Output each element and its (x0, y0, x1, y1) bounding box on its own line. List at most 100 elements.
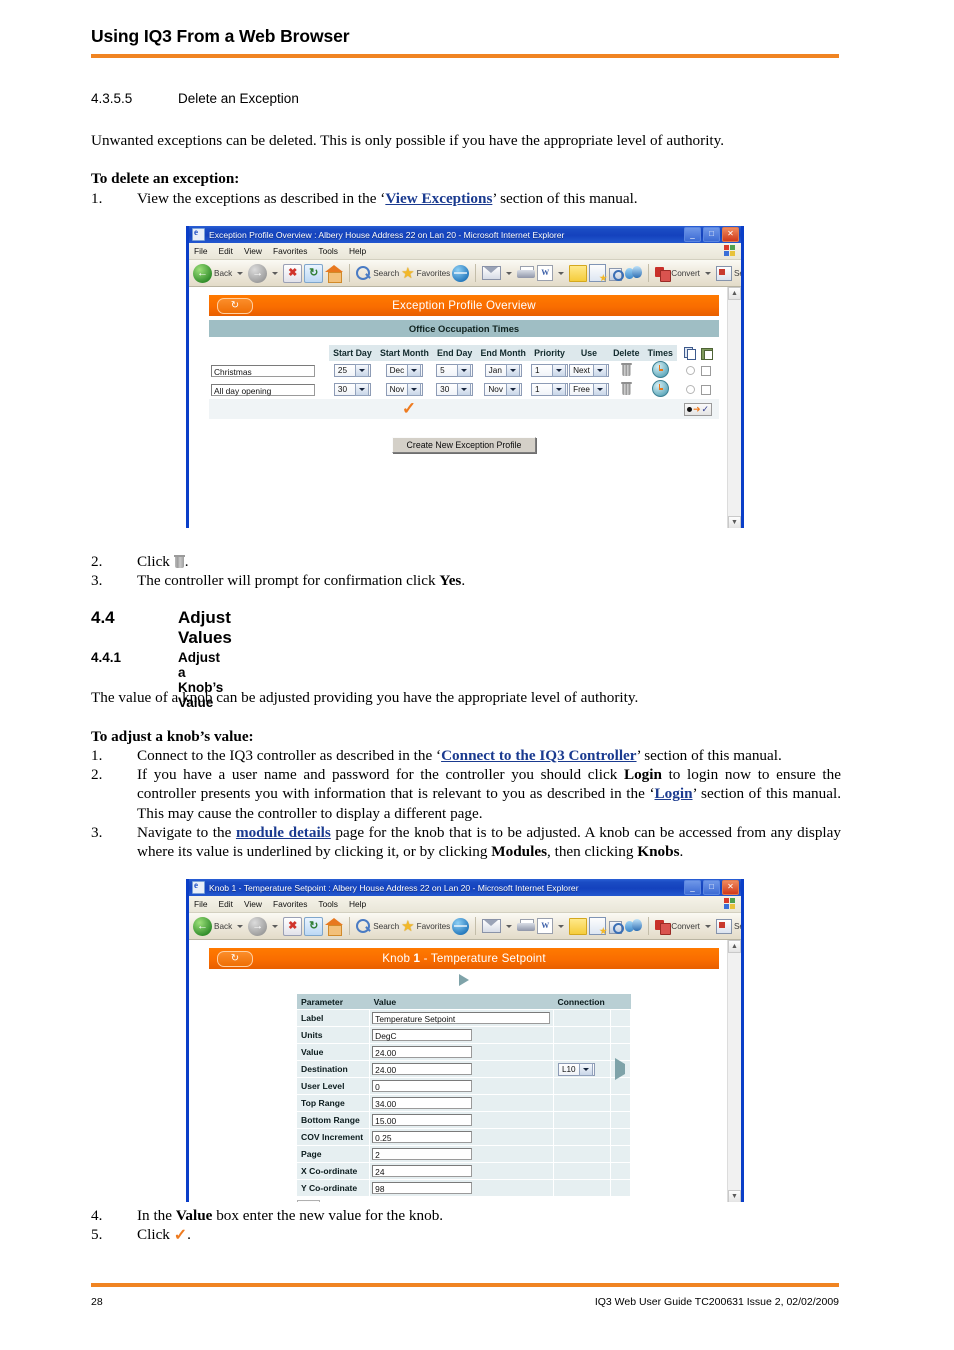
end-month-select[interactable]: Jan (484, 364, 522, 377)
favorites-panel-icon[interactable] (589, 264, 607, 282)
units-input[interactable]: DegC (372, 1029, 473, 1041)
forward-button[interactable]: → (248, 916, 268, 936)
vertical-scrollbar[interactable]: ▲ ▼ (727, 287, 741, 528)
copy-icon[interactable] (683, 346, 696, 360)
back-button[interactable]: ← Back (193, 263, 232, 283)
cov-increment-input[interactable]: 0.25 (372, 1131, 473, 1143)
messenger-icon[interactable] (625, 918, 643, 934)
end-day-select[interactable]: 5 (436, 364, 474, 377)
search-button[interactable]: Search (356, 918, 399, 934)
exception-name-input[interactable]: Christmas (211, 364, 315, 377)
copy-radio[interactable] (685, 385, 695, 395)
mail-dropdown-icon[interactable] (506, 924, 513, 928)
notes-icon[interactable] (569, 917, 588, 935)
mail-icon[interactable] (482, 266, 502, 280)
priority-select[interactable]: 1 (531, 364, 568, 377)
messenger-icon[interactable] (625, 265, 643, 281)
convert-dropdown-icon[interactable] (704, 271, 711, 275)
convert-button[interactable]: Convert (655, 919, 700, 935)
research-icon[interactable] (608, 919, 625, 934)
close-button[interactable]: ✕ (722, 227, 739, 242)
menu-item-view[interactable]: View (244, 899, 262, 909)
back-button[interactable]: ← Back (193, 916, 232, 936)
start-month-select[interactable]: Nov (385, 383, 424, 396)
y-coordinate-input[interactable]: 98 (372, 1182, 473, 1194)
minimize-button[interactable]: _ (684, 227, 701, 242)
submit-tick-icon[interactable]: ✓ (402, 399, 416, 418)
stop-icon[interactable]: ✖ (283, 263, 303, 283)
edit-word-icon[interactable]: W (537, 918, 554, 934)
scroll-up-arrow[interactable]: ▲ (728, 940, 741, 953)
maximize-button[interactable]: □ (703, 227, 720, 242)
exception-name-input[interactable]: All day opening (211, 383, 315, 396)
destination-input[interactable]: 24.00 (372, 1063, 473, 1075)
minimize-button[interactable]: _ (684, 880, 701, 895)
menu-item-tools[interactable]: Tools (318, 899, 338, 909)
use-select[interactable]: Free (569, 383, 609, 396)
media-globe-icon[interactable] (452, 264, 470, 282)
paste-icon[interactable] (701, 347, 714, 360)
scroll-down-arrow[interactable]: ▼ (728, 516, 741, 528)
scroll-down-arrow[interactable]: ▼ (728, 1190, 741, 1202)
forward-button[interactable]: → (248, 263, 268, 283)
times-clock-icon[interactable] (651, 361, 669, 378)
refresh-icon[interactable]: ↻ (304, 263, 324, 283)
user-level-input[interactable]: 0 (372, 1080, 473, 1092)
select-button[interactable]: Select (715, 265, 741, 281)
copy-paste-go-button[interactable]: ➜ ✓ (683, 402, 713, 416)
link-connect-to-iq3-controller[interactable]: Connect to the IQ3 Controller (441, 747, 636, 764)
link-login[interactable]: Login (655, 785, 693, 802)
mail-icon[interactable] (482, 919, 502, 933)
bottom-range-input[interactable]: 15.00 (372, 1114, 473, 1126)
label-input[interactable]: Temperature Setpoint (372, 1012, 551, 1024)
menu-item-edit[interactable]: Edit (219, 899, 233, 909)
forward-dropdown-icon[interactable] (272, 924, 279, 928)
submit-tick-button[interactable]: ✓ (297, 1200, 320, 1202)
paste-checkbox[interactable] (700, 384, 711, 395)
top-range-input[interactable]: 34.00 (372, 1097, 473, 1109)
convert-dropdown-icon[interactable] (704, 924, 711, 928)
delete-bin-icon[interactable] (620, 382, 632, 395)
copy-radio[interactable] (685, 366, 695, 376)
start-day-select[interactable]: 30 (333, 383, 371, 396)
menu-item-view[interactable]: View (244, 246, 262, 256)
menu-item-file[interactable]: File (194, 899, 208, 909)
page-input[interactable]: 2 (372, 1148, 473, 1160)
search-button[interactable]: Search (356, 265, 399, 281)
close-button[interactable]: ✕ (722, 880, 739, 895)
favorites-panel-icon[interactable] (589, 917, 607, 935)
link-view-exceptions[interactable]: View Exceptions (385, 190, 492, 207)
stop-icon[interactable]: ✖ (283, 916, 303, 936)
home-icon[interactable] (325, 264, 344, 283)
menu-item-help[interactable]: Help (349, 899, 366, 909)
create-new-exception-profile-button[interactable]: Create New Exception Profile (391, 437, 537, 453)
convert-button[interactable]: Convert (655, 266, 700, 282)
menu-item-help[interactable]: Help (349, 246, 366, 256)
times-clock-icon[interactable] (651, 380, 669, 397)
menu-item-favorites[interactable]: Favorites (273, 246, 307, 256)
end-month-select[interactable]: Nov (484, 383, 522, 396)
vertical-scrollbar[interactable]: ▲ ▼ (727, 940, 741, 1202)
notes-icon[interactable] (569, 264, 588, 282)
edit-dropdown-icon[interactable] (558, 924, 565, 928)
print-icon[interactable] (517, 919, 536, 933)
use-select[interactable]: Next (569, 364, 609, 377)
priority-select[interactable]: 1 (531, 383, 568, 396)
favorites-button[interactable]: ★ Favorites (401, 266, 450, 281)
menu-item-edit[interactable]: Edit (219, 246, 233, 256)
home-icon[interactable] (325, 917, 344, 936)
start-day-select[interactable]: 25 (333, 364, 371, 377)
paste-checkbox[interactable] (700, 365, 711, 376)
link-module-details[interactable]: module details (236, 824, 331, 841)
edit-word-icon[interactable]: W (537, 265, 554, 281)
scroll-up-arrow[interactable]: ▲ (728, 287, 741, 300)
back-dropdown-icon[interactable] (237, 924, 244, 928)
back-dropdown-icon[interactable] (237, 271, 244, 275)
favorites-button[interactable]: ★ Favorites (401, 919, 450, 934)
value-input[interactable]: 24.00 (372, 1046, 473, 1058)
maximize-button[interactable]: □ (703, 880, 720, 895)
media-globe-icon[interactable] (452, 917, 470, 935)
menu-item-tools[interactable]: Tools (318, 246, 338, 256)
refresh-icon[interactable]: ↻ (304, 916, 324, 936)
x-coordinate-input[interactable]: 24 (372, 1165, 473, 1177)
